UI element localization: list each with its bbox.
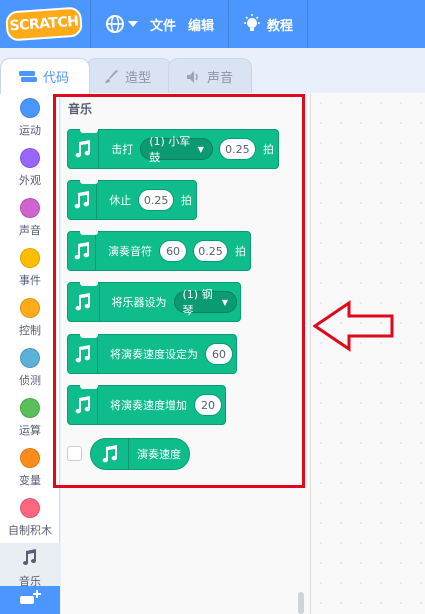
category-operators[interactable]: 运算 — [0, 393, 60, 443]
category-events[interactable]: 事件 — [0, 243, 60, 293]
tab-code[interactable]: 代码 — [0, 58, 90, 94]
globe-icon — [105, 14, 125, 34]
menu-divider — [90, 0, 91, 48]
category-dot — [20, 198, 40, 218]
scratch-logo[interactable]: SCRATCH — [5, 6, 83, 42]
language-menu[interactable] — [99, 0, 144, 48]
category-label: 运动 — [19, 124, 41, 137]
brush-icon — [105, 69, 119, 84]
palette-scrollbar[interactable] — [298, 592, 304, 614]
highlight-box — [53, 94, 305, 488]
tutorials-label: 教程 — [267, 18, 294, 34]
category-label: 自制积木 — [8, 524, 52, 537]
menu-divider — [307, 0, 309, 48]
speaker-icon — [187, 70, 201, 83]
category-dot — [20, 248, 40, 268]
tab-code-label: 代码 — [43, 71, 70, 86]
category-variables[interactable]: 变量 — [0, 443, 60, 493]
category-dot — [20, 98, 40, 118]
edit-menu[interactable]: 编辑 — [182, 0, 220, 48]
category-dot — [20, 398, 40, 418]
category-dot — [20, 448, 40, 468]
tab-costumes-label: 造型 — [125, 71, 152, 86]
category-label: 声音 — [19, 224, 41, 237]
category-looks[interactable]: 外观 — [0, 143, 60, 193]
category-my-blocks[interactable]: 自制积木 — [0, 493, 60, 543]
menu-bar: SCRATCH 文件 编辑 教程 — [0, 0, 425, 48]
editor-tabs: 代码 造型 声音 — [0, 48, 425, 94]
tab-sounds[interactable]: 声音 — [168, 58, 252, 94]
lightbulb-icon — [243, 14, 261, 34]
category-label: 侦测 — [19, 374, 41, 387]
chevron-down-icon — [128, 21, 138, 27]
category-control[interactable]: 控制 — [0, 293, 60, 343]
category-sensing[interactable]: 侦测 — [0, 343, 60, 393]
category-label: 外观 — [19, 174, 41, 187]
add-extension-icon — [19, 590, 41, 610]
category-dot — [20, 348, 40, 368]
category-menu: 运动 外观 声音 事件 控制 侦测 运算 变量 自制积木 音乐 — [0, 93, 60, 614]
tutorials-menu[interactable]: 教程 — [237, 0, 299, 48]
tab-costumes[interactable]: 造型 — [86, 58, 172, 94]
category-label: 控制 — [19, 324, 41, 337]
left-arrow-icon — [312, 300, 395, 356]
category-sound[interactable]: 声音 — [0, 193, 60, 243]
category-dot — [20, 148, 40, 168]
category-label: 运算 — [19, 424, 41, 437]
tab-sounds-label: 声音 — [207, 71, 234, 86]
category-dot — [20, 298, 40, 318]
menu-divider — [228, 0, 230, 48]
add-extension-button[interactable] — [0, 586, 60, 614]
category-motion[interactable]: 运动 — [0, 93, 60, 143]
category-label: 事件 — [19, 274, 41, 287]
category-dot — [20, 498, 40, 518]
music-note-icon — [20, 549, 40, 570]
code-icon — [19, 70, 37, 83]
category-label: 变量 — [19, 474, 41, 487]
file-menu[interactable]: 文件 — [144, 0, 182, 48]
